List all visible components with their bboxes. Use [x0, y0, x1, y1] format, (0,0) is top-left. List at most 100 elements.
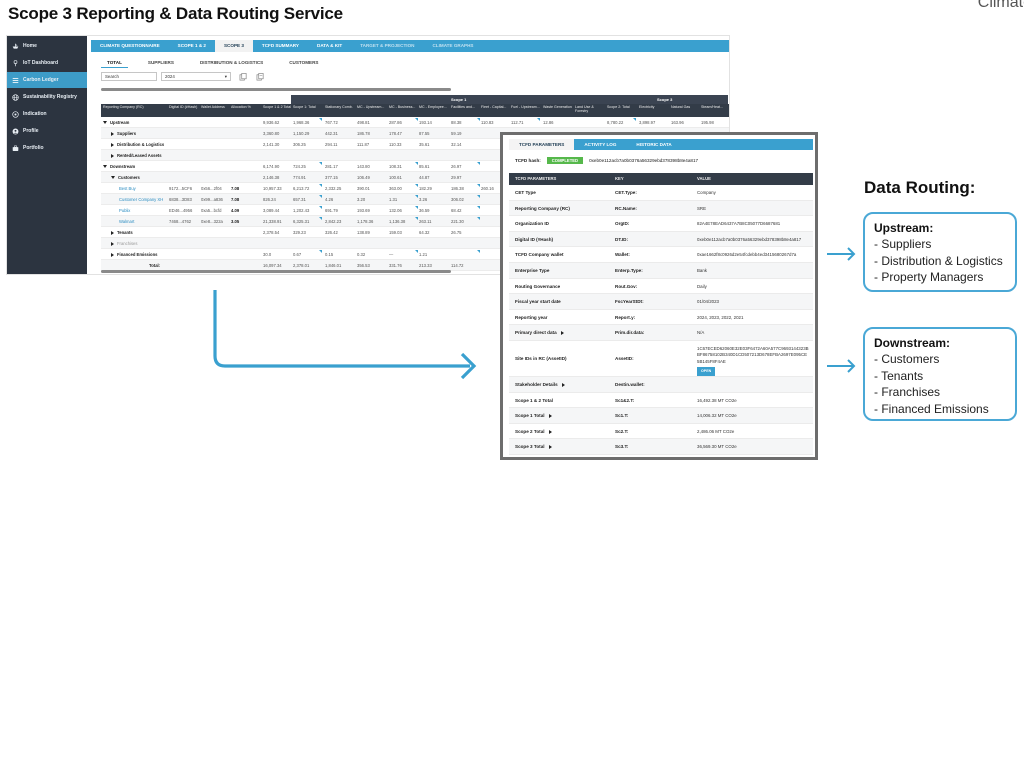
tcfd-key: CET.Type: — [615, 190, 637, 195]
caret-right-icon[interactable] — [548, 429, 552, 434]
sidebar-item-carbon-ledger[interactable]: Carbon Ledger — [7, 72, 87, 88]
table-cell: 85.61 — [419, 164, 430, 169]
table-cell: 363.00 — [389, 186, 402, 191]
table-cell: 1,968.36 — [293, 120, 310, 125]
copy-icon[interactable] — [239, 72, 248, 81]
tcfd-row[interactable]: Scope 2 Total Sc2.T: 2,486.06 MT CO2e — [509, 424, 813, 440]
tab-climate-questionnaire[interactable]: CLIMATE QUESTIONNAIRE — [91, 40, 169, 52]
table-cell: 657.31 — [293, 197, 306, 202]
table-cell: 193.69 — [357, 208, 370, 213]
flow-arrow-icon — [213, 290, 477, 380]
tcfd-row[interactable]: Stakeholder Details Destin.wallet: — [509, 376, 813, 393]
tab-tcfd-summary[interactable]: TCFD SUMMARY — [253, 40, 308, 52]
caret-down-icon[interactable] — [103, 165, 107, 169]
tcfd-value: N/A — [697, 325, 704, 341]
export-icon[interactable] — [256, 72, 265, 81]
sidebar-item-sustainability-registry[interactable]: Sustainability Registry — [7, 89, 87, 105]
caret-right-icon[interactable] — [111, 230, 114, 235]
subtab-suppliers[interactable]: SUPPLIERS — [142, 58, 180, 68]
tcfd-value-text: 0xae1662f8c0926d2e54fcdebb4ed3415680267d… — [697, 252, 797, 258]
table-cell: 498.81 — [357, 120, 370, 125]
tab-historic-data[interactable]: HISTORIC DATA — [626, 139, 681, 150]
tab-target-projection[interactable]: TARGET & PROJECTION — [351, 40, 423, 52]
table-cell: 4.26 — [325, 197, 334, 202]
upstream-item: Property Managers — [874, 269, 1015, 286]
tcfd-value-text: Company — [697, 190, 716, 195]
sidebar-item-portfolio[interactable]: Portfolio — [7, 140, 87, 156]
caret-right-icon[interactable] — [111, 153, 114, 158]
tab-activity-log[interactable]: ACTIVITY LOG — [574, 139, 626, 150]
search-input[interactable]: Search — [101, 72, 157, 81]
column-header: Land Use & Forestry — [575, 105, 594, 114]
table-row[interactable]: Upstream 9,936.62 1,968.36 767.72 498.81 287.… — [101, 117, 729, 128]
tab-data-kit[interactable]: DATA & KIT — [308, 40, 351, 52]
caret-right-icon[interactable] — [111, 131, 114, 136]
table-cell: 826.24 — [263, 197, 276, 202]
horizontal-scrollbar-bottom[interactable] — [101, 270, 451, 273]
edit-marker-icon — [477, 162, 480, 165]
tcfd-value: 82A4E78EAD6437A7B8C05077D6687681 — [697, 216, 780, 232]
table-cell: 329.23 — [293, 230, 306, 235]
table-cell: 0x56...2f04 — [201, 186, 222, 191]
caret-right-icon[interactable] — [111, 241, 114, 246]
table-cell: 2,332.25 — [325, 186, 342, 191]
row-name-text: Franchises — [117, 241, 138, 246]
table-cell: 26.75 — [451, 230, 462, 235]
open-button[interactable]: OPEN — [697, 367, 716, 376]
subtab-total[interactable]: TOTAL — [101, 58, 128, 68]
caret-right-icon[interactable] — [111, 252, 114, 257]
tab-scope-3[interactable]: SCOPE 3 — [214, 40, 253, 52]
caret-right-icon[interactable] — [548, 445, 552, 450]
tcfd-value: 2,486.06 MT CO2e — [697, 424, 734, 440]
caret-right-icon[interactable] — [548, 413, 552, 418]
sidebar-item-home[interactable]: Home — [7, 38, 87, 54]
tcfd-row[interactable]: Scope 3 Total Sc3.T: 36,569.30 MT CO2e — [509, 439, 813, 455]
row-name[interactable]: Publix — [119, 205, 130, 216]
caret-down-icon[interactable] — [111, 176, 115, 180]
table-cell: 88.38 — [451, 120, 462, 125]
year-select[interactable]: 2024 ▾ — [161, 72, 231, 81]
horizontal-scrollbar-top[interactable] — [101, 88, 451, 91]
tab-tcfd-parameters[interactable]: TCFD PARAMETERS — [509, 139, 575, 150]
caret-right-icon[interactable] — [111, 142, 114, 147]
row-name[interactable]: Customer Company XH — [119, 194, 163, 205]
subtab-distribution-logistics[interactable]: DISTRIBUTION & LOGISTICS — [194, 58, 269, 68]
row-name[interactable]: Walmart — [119, 216, 134, 227]
tcfd-value: 36,569.30 MT CO2e — [697, 439, 737, 455]
tab-climate-graphs[interactable]: CLIMATE GRAPHS — [423, 40, 482, 52]
table-cell: 186.78 — [357, 131, 370, 136]
row-name[interactable]: Best Buy — [119, 183, 136, 194]
caret-right-icon[interactable] — [560, 331, 564, 336]
tcfd-key: Sc3.T: — [615, 444, 629, 450]
arrow-right-icon — [827, 247, 856, 261]
edit-marker-icon — [477, 118, 480, 121]
subtab-customers[interactable]: CUSTOMERS — [283, 58, 324, 68]
tcfd-param-text: Digital ID (#Hash) — [515, 236, 554, 242]
sidebar-item-profile[interactable]: Profile — [7, 123, 87, 139]
user-icon — [12, 128, 19, 134]
table-cell: 1,136.38 — [389, 219, 406, 224]
upstream-item: Suppliers — [874, 236, 1015, 253]
scope-group-label: Scope 3 — [657, 97, 673, 102]
table-cell: 8,780.22 — [607, 120, 624, 125]
caret-right-icon[interactable] — [561, 382, 565, 387]
grid-header: Reporting Company (RC) Digital ID (#Hash)… — [101, 104, 729, 117]
tcfd-value-text: 2024, 2023, 2022, 2021 — [697, 314, 744, 320]
scope-group-band: Scope 1 Scope 3 — [291, 95, 728, 104]
tcfd-row: Fiscal year start date FscYearStDt: 01/04/… — [509, 294, 813, 310]
edit-marker-icon — [537, 118, 540, 121]
sidebar-item-iot-dashboard[interactable]: IoT Dashboard — [7, 55, 87, 71]
caret-down-icon[interactable] — [103, 121, 107, 125]
tcfd-key: Enterp.Type: — [615, 267, 643, 273]
tcfd-row[interactable]: Primary direct data Prim.dir.data: N/A — [509, 325, 813, 341]
table-cell: 143.80 — [357, 164, 370, 169]
column-header: Allocation % — [231, 105, 251, 109]
tcfd-value-text: 16,492.38 MT CO2e — [697, 397, 737, 403]
tcfd-table-body: CET Type CET.Type: Company Reporting Compan… — [509, 185, 813, 455]
routing-title: Data Routing: — [864, 178, 976, 197]
tcfd-row[interactable]: Scope 1 Total Sc1.T: 14,006.32 MT CO2e — [509, 408, 813, 424]
tcfd-param-text: Stakeholder Details — [515, 381, 558, 387]
sidebar-item-indication[interactable]: Indication — [7, 106, 87, 122]
row-name-text: Best Buy — [119, 186, 136, 191]
tab-scope-1-2[interactable]: SCOPE 1 & 2 — [169, 40, 215, 52]
